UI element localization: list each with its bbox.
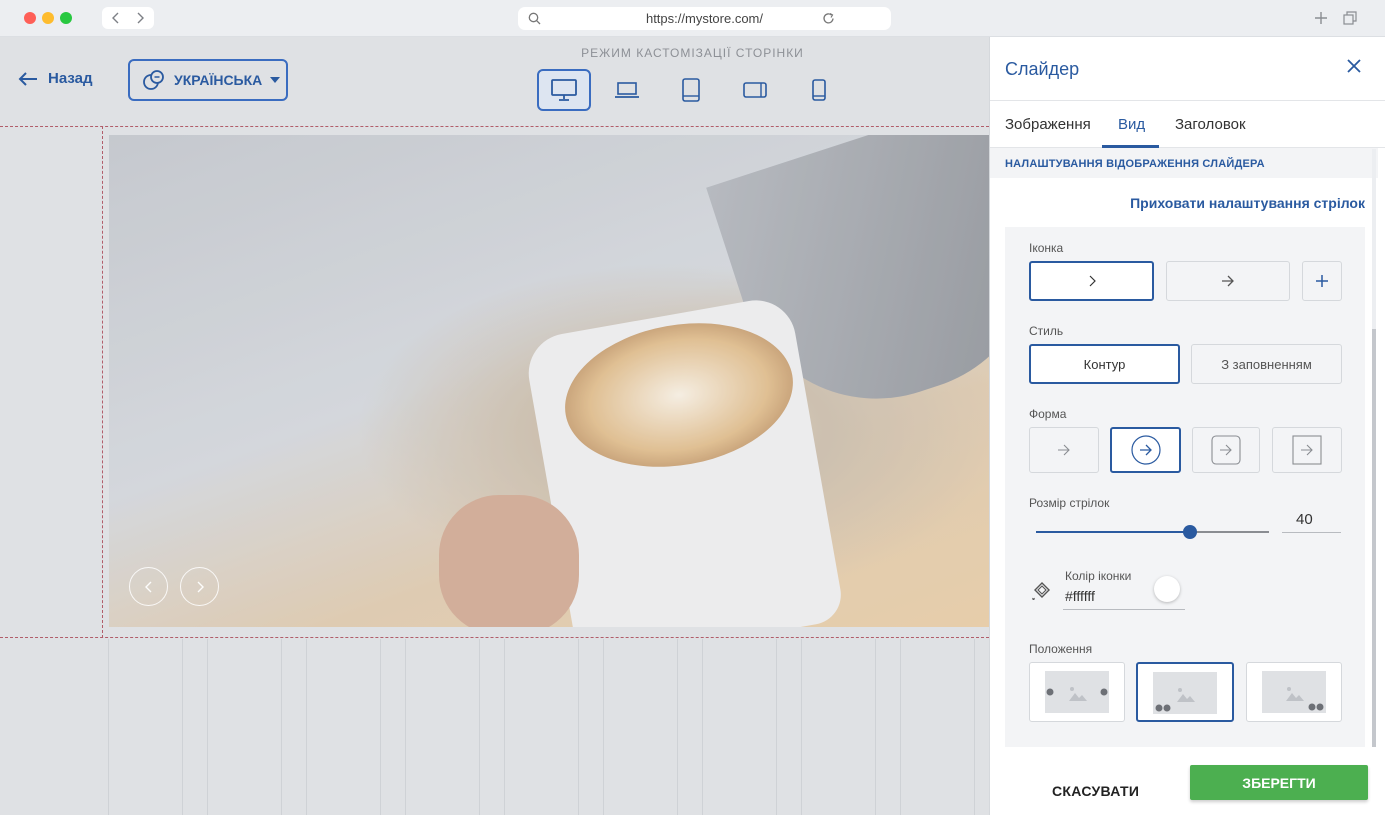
forward-icon[interactable] xyxy=(134,12,146,24)
language-dropdown[interactable]: УКРАЇНСЬКА xyxy=(128,59,288,101)
panel-footer: СКАСУВАТИ ЗБЕРЕГТИ xyxy=(990,747,1385,815)
position-label: Положення xyxy=(1029,642,1093,656)
desktop-icon xyxy=(551,79,577,101)
slider-next-arrow[interactable] xyxy=(180,567,219,606)
rounded-square-arrow-icon xyxy=(1211,435,1241,465)
tablet-portrait-icon xyxy=(682,78,700,102)
icon-color-underline xyxy=(1063,609,1185,610)
icon-color-swatch[interactable] xyxy=(1154,576,1180,602)
image-icon xyxy=(1046,687,1108,701)
chevron-left-icon xyxy=(144,581,151,592)
minimize-window-button[interactable] xyxy=(42,12,54,24)
icon-label: Іконка xyxy=(1029,241,1064,255)
slider-settings-panel: Слайдер Зображення Вид Заголовок НАЛАШТУ… xyxy=(989,37,1385,815)
image-icon xyxy=(1155,688,1195,712)
position-option-bottom-left[interactable] xyxy=(1136,662,1234,722)
address-bar[interactable]: https://mystore.com/ xyxy=(518,7,891,30)
arrow-size-slider-fill xyxy=(1036,531,1190,533)
icon-option-arrow[interactable] xyxy=(1166,261,1290,301)
phone-icon xyxy=(812,79,826,101)
cancel-button[interactable]: СКАСУВАТИ xyxy=(1052,783,1139,799)
language-icon xyxy=(143,70,164,90)
shape-label: Форма xyxy=(1029,407,1067,421)
tabs-overview-icon[interactable] xyxy=(1343,11,1357,25)
arrow-left-icon xyxy=(18,71,37,86)
style-label: Стиль xyxy=(1029,324,1064,338)
tab-view[interactable]: Вид xyxy=(1118,116,1145,133)
laptop-icon xyxy=(615,82,639,98)
page-grid-guides xyxy=(0,639,989,815)
device-tablet-landscape-button[interactable] xyxy=(728,69,782,111)
browser-toolbar: https://mystore.com/ xyxy=(0,0,1385,37)
position-option-sides[interactable] xyxy=(1029,662,1125,722)
arrow-right-icon xyxy=(1222,275,1234,287)
caret-down-icon xyxy=(270,77,281,83)
paint-bucket-icon xyxy=(1032,582,1050,601)
arrow-size-slider-handle[interactable] xyxy=(1182,525,1197,539)
circle-arrow-icon xyxy=(1130,435,1161,465)
shape-option-none[interactable] xyxy=(1029,427,1099,473)
slider-prev-arrow[interactable] xyxy=(129,567,168,606)
section-header: НАЛАШТУВАННЯ ВІДОБРАЖЕННЯ СЛАЙДЕРА xyxy=(990,148,1378,178)
chevron-right-icon xyxy=(197,581,204,592)
icon-option-chevron[interactable] xyxy=(1029,261,1154,301)
panel-scrollbar-thumb[interactable] xyxy=(1372,329,1376,747)
icon-color-value[interactable]: #ffffff xyxy=(1065,588,1095,604)
hide-arrow-settings-link[interactable]: Приховати налаштування стрілок xyxy=(1130,195,1365,211)
close-icon[interactable] xyxy=(1347,59,1361,73)
url-text: https://mystore.com/ xyxy=(645,11,764,26)
tablet-landscape-icon xyxy=(743,82,767,98)
language-label: УКРАЇНСЬКА xyxy=(174,72,263,88)
save-button[interactable]: ЗБЕРЕГТИ xyxy=(1190,765,1368,800)
shape-option-circle[interactable] xyxy=(1110,427,1181,473)
tab-images[interactable]: Зображення xyxy=(1005,116,1091,133)
shape-option-square[interactable] xyxy=(1272,427,1342,473)
device-desktop-button[interactable] xyxy=(537,69,591,111)
image-placeholder xyxy=(1153,672,1217,714)
square-arrow-icon xyxy=(1292,435,1322,465)
plus-icon xyxy=(1316,275,1328,287)
new-tab-icon[interactable] xyxy=(1314,11,1328,25)
device-laptop-button[interactable] xyxy=(600,69,654,111)
icon-color-label: Колір іконки xyxy=(1065,569,1132,583)
editor-canvas: Назад УКРАЇНСЬКА xyxy=(0,37,989,815)
back-label: Назад xyxy=(48,70,93,87)
arrow-size-label: Розмір стрілок xyxy=(1029,496,1110,510)
add-icon-button[interactable] xyxy=(1302,261,1342,301)
position-option-bottom-right[interactable] xyxy=(1246,662,1342,722)
maximize-window-button[interactable] xyxy=(60,12,72,24)
panel-title: Слайдер xyxy=(1005,59,1080,79)
arrow-right-icon xyxy=(1058,444,1070,456)
tab-heading[interactable]: Заголовок xyxy=(1175,116,1246,133)
panel-tabs: Зображення Вид Заголовок xyxy=(990,100,1385,148)
style-option-filled[interactable]: З заповненням xyxy=(1191,344,1342,384)
style-option-outline[interactable]: Контур xyxy=(1029,344,1180,384)
device-tablet-portrait-button[interactable] xyxy=(664,69,718,111)
image-icon xyxy=(1286,687,1324,711)
arrow-size-input[interactable]: 40 xyxy=(1282,511,1341,533)
shape-option-rounded-square[interactable] xyxy=(1192,427,1260,473)
reload-icon[interactable] xyxy=(822,12,835,25)
slide-overlay xyxy=(109,135,989,627)
history-nav xyxy=(102,7,154,29)
image-placeholder xyxy=(1045,671,1109,713)
device-phone-button[interactable] xyxy=(792,69,846,111)
slider-preview-image[interactable] xyxy=(109,135,989,627)
close-window-button[interactable] xyxy=(24,12,36,24)
back-button[interactable]: Назад xyxy=(18,70,92,87)
back-icon[interactable] xyxy=(110,12,122,24)
image-placeholder xyxy=(1262,671,1326,713)
chevron-right-icon xyxy=(1089,275,1096,287)
